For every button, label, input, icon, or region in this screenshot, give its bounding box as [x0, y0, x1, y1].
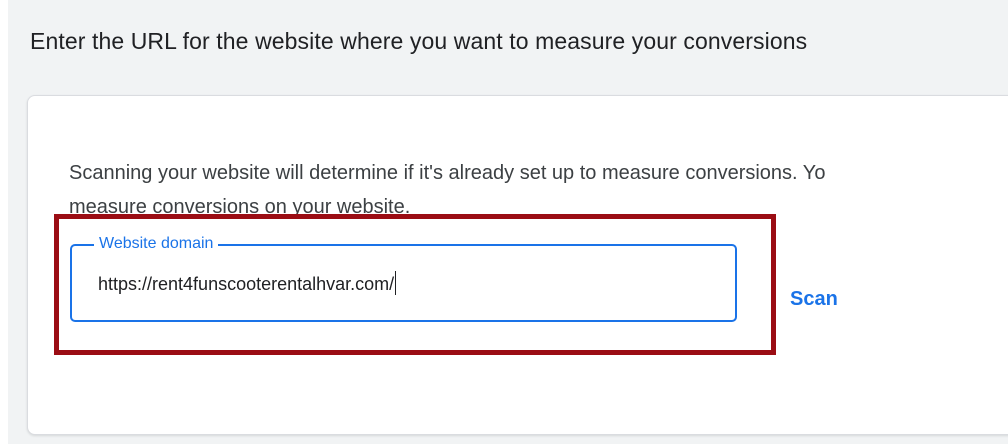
page: Enter the URL for the website where you …	[0, 0, 1008, 444]
website-domain-value: https://rent4funscooterentalhvar.com/	[98, 274, 395, 294]
website-domain-label: Website domain	[94, 233, 219, 255]
url-card: Scanning your website will determine if …	[27, 95, 1008, 435]
description-line-1: Scanning your website will determine if …	[69, 162, 826, 184]
left-edge	[0, 0, 8, 444]
website-domain-field[interactable]: Website domain https://rent4funscooteren…	[70, 233, 737, 322]
website-domain-input[interactable]: https://rent4funscooterentalhvar.com/	[98, 271, 397, 295]
page-title: Enter the URL for the website where you …	[30, 28, 808, 54]
scan-button[interactable]: Scan	[790, 288, 838, 311]
text-cursor	[395, 271, 397, 295]
